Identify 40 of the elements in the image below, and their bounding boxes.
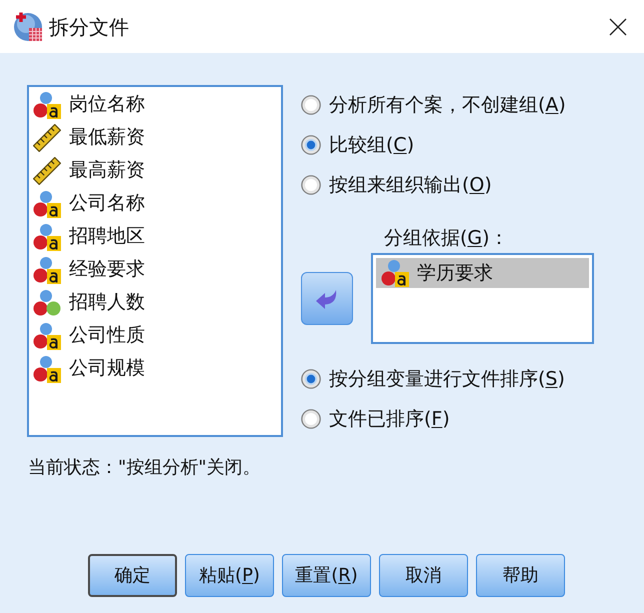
variable-item[interactable]: 最低薪资	[33, 121, 145, 154]
dialog-button[interactable]: 重置(R)	[282, 554, 371, 597]
variable-item[interactable]: 公司名称	[33, 187, 145, 220]
radio-button-icon[interactable]	[301, 409, 321, 429]
balls-tag-icon	[33, 90, 61, 118]
three-balls-icon	[33, 288, 61, 316]
radio-option[interactable]: 按组来组织输出(O)	[301, 165, 492, 205]
variable-item[interactable]: 公司性质	[33, 319, 145, 352]
variable-item[interactable]: 岗位名称	[33, 88, 145, 121]
app-icon	[13, 12, 43, 42]
variable-item[interactable]: 学历要求	[376, 258, 589, 288]
radio-option[interactable]: 分析所有个案，不创建组(A)	[301, 85, 566, 125]
move-button[interactable]	[301, 272, 353, 325]
balls-tag-icon	[33, 256, 61, 284]
radio-button-icon[interactable]	[301, 369, 321, 389]
dialog-button[interactable]: 取消	[379, 554, 468, 597]
radio-button-icon[interactable]	[301, 135, 321, 155]
dialog-button[interactable]: 粘贴(P)	[185, 554, 274, 597]
variable-item[interactable]: 最高薪资	[33, 154, 145, 187]
dialog-button[interactable]: 确定	[88, 554, 177, 597]
window-title: 拆分文件	[49, 16, 129, 36]
radio-button-icon[interactable]	[301, 175, 321, 195]
variable-item[interactable]: 公司规模	[33, 352, 145, 385]
left-arrow-icon	[316, 288, 338, 308]
balls-tag-icon	[33, 222, 61, 250]
balls-tag-icon	[33, 190, 61, 218]
balls-tag-icon	[33, 322, 61, 350]
balls-tag-icon	[33, 354, 61, 382]
dialog-button[interactable]: 帮助	[476, 554, 565, 597]
variable-item[interactable]: 经验要求	[33, 253, 145, 286]
variable-item[interactable]: 招聘人数	[33, 286, 145, 319]
radio-button-icon[interactable]	[301, 95, 321, 115]
close-icon	[609, 18, 627, 36]
radio-option[interactable]: 按分组变量进行文件排序(S)	[301, 359, 565, 399]
radio-option[interactable]: 比较组(C)	[301, 125, 414, 165]
radio-option[interactable]: 文件已排序(F)	[301, 399, 450, 439]
status-text: 当前状态："按组分析"关闭。	[28, 456, 261, 480]
group-by-label: 分组依据(G)：	[384, 226, 509, 250]
variable-item[interactable]: 招聘地区	[33, 220, 145, 253]
balls-tag-icon	[381, 259, 409, 287]
